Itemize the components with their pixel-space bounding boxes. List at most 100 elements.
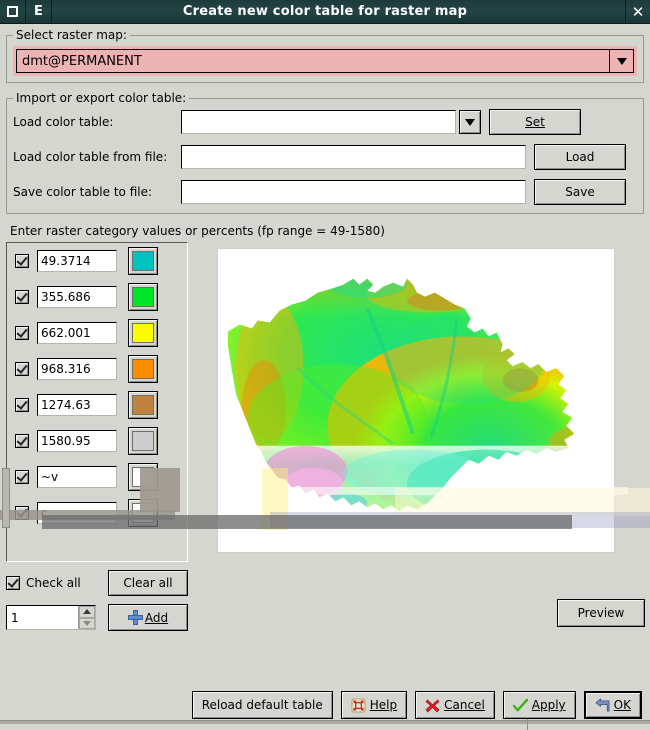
category-value-input[interactable]: ~v [37, 466, 117, 488]
load-color-table-from-file-input[interactable] [181, 145, 526, 169]
title-bar: E Create new color table for raster map … [0, 0, 650, 24]
category-color-button[interactable] [128, 247, 158, 275]
button-label: Help [369, 698, 398, 712]
help-icon [351, 697, 366, 713]
close-icon[interactable]: ✕ [625, 0, 650, 23]
load-color-table-from-file-row: Load color table from file: Load [13, 144, 637, 170]
select-raster-map-legend: Select raster map: [16, 28, 127, 42]
category-color-button[interactable] [128, 319, 158, 347]
count-stepper-value[interactable]: 1 [7, 606, 78, 629]
category-value-input[interactable]: 968.316 [37, 358, 117, 380]
footer-divider [0, 720, 650, 724]
raster-map-value[interactable]: dmt@PERMANENT [16, 49, 609, 73]
category-color-button[interactable] [128, 463, 158, 491]
category-checkbox[interactable] [15, 326, 29, 340]
category-row: ~v [7, 459, 187, 495]
category-color-swatch [132, 467, 154, 487]
preview-button-label: Preview [577, 606, 625, 620]
import-export-group: Import or export color table: Load color… [6, 91, 644, 214]
map-preview-frame [217, 248, 615, 553]
load-color-table-from-file-label: Load color table from file: [13, 150, 168, 164]
app-icon-label: E [34, 4, 43, 19]
chevron-down-glyph [616, 57, 627, 65]
apply-button[interactable]: Apply [502, 691, 576, 719]
stepper-down-icon[interactable] [79, 617, 95, 629]
chevron-down-icon[interactable] [609, 49, 634, 73]
load-color-table-input[interactable] [181, 110, 456, 134]
category-checkbox[interactable] [15, 398, 29, 412]
category-color-button[interactable] [128, 427, 158, 455]
category-checkbox[interactable] [15, 254, 29, 268]
middle-area: 49.3714 355.686 662.001 968.316 1274.63 1580.… [6, 242, 644, 562]
add-button-label: Add [144, 610, 169, 625]
reload-default-table-button[interactable]: Reload default table [191, 691, 333, 719]
check-all-label: Check all [26, 576, 81, 590]
save-color-table-to-file-input[interactable] [181, 180, 526, 204]
count-stepper[interactable]: 1 [6, 605, 96, 630]
window-title: Create new color table for raster map [182, 4, 468, 19]
cancel-icon [425, 698, 440, 713]
button-label: OK [613, 698, 631, 712]
category-color-button[interactable] [128, 391, 158, 419]
category-color-button[interactable] [128, 355, 158, 383]
set-button[interactable]: Set [489, 109, 581, 135]
button-label: Reload default table [201, 698, 323, 712]
category-caption: Enter raster category values or percents… [10, 224, 385, 238]
category-checkbox[interactable] [15, 290, 29, 304]
raster-map-combobox[interactable]: dmt@PERMANENT [13, 46, 637, 76]
save-button[interactable]: Save [534, 179, 626, 205]
elevation-map-image [218, 249, 614, 552]
category-color-button[interactable] [128, 499, 158, 527]
add-row: 1 Add [6, 604, 188, 631]
category-list[interactable]: 49.3714 355.686 662.001 968.316 1274.63 1580.… [6, 242, 188, 562]
window-menu-icon[interactable] [0, 0, 26, 23]
footer-buttons: Reload default table Help Cancel Apply OK [0, 691, 650, 719]
category-color-swatch [132, 431, 154, 451]
set-button-label: Set [525, 115, 545, 129]
triangle-up-glyph [83, 609, 91, 615]
category-row: 968.316 [7, 351, 187, 387]
save-color-table-to-file-label: Save color table to file: [13, 185, 153, 199]
category-value-input[interactable]: 1274.63 [37, 394, 117, 416]
add-button[interactable]: Add [108, 604, 188, 631]
button-label: Apply [531, 698, 566, 712]
triangle-down-glyph [83, 620, 91, 626]
import-export-legend: Import or export color table: [16, 91, 187, 105]
category-row: 355.686 [7, 279, 187, 315]
ok-button[interactable]: OK [583, 691, 642, 719]
load-color-table-chevron-down-icon[interactable] [459, 110, 481, 134]
category-value-input[interactable]: 49.3714 [37, 250, 117, 272]
category-value-input[interactable]: 1580.95 [37, 430, 117, 452]
clear-all-button[interactable]: Clear all [108, 570, 188, 596]
app-icon[interactable]: E [26, 0, 52, 23]
category-value-input[interactable]: 355.686 [37, 286, 117, 308]
save-button-label: Save [565, 185, 595, 199]
ok-icon [595, 698, 610, 713]
category-row: c . [7, 495, 187, 531]
load-button[interactable]: Load [534, 144, 626, 170]
category-value-input[interactable]: 662.001 [37, 322, 117, 344]
category-value-input[interactable]: c . [37, 502, 117, 524]
category-checkbox[interactable] [15, 362, 29, 376]
load-color-table-row: Load color table: Set [13, 109, 637, 135]
preview-button[interactable]: Preview [557, 599, 645, 627]
stepper-up-icon[interactable] [79, 606, 95, 618]
cancel-button[interactable]: Cancel [415, 691, 495, 719]
check-all-row: Check all Clear all [6, 570, 188, 596]
category-checkbox[interactable] [15, 506, 29, 520]
category-row: 1580.95 [7, 423, 187, 459]
category-color-swatch [132, 287, 154, 307]
footer-divider-tick [527, 719, 528, 730]
category-checkbox[interactable] [15, 434, 29, 448]
window-menu-square-icon [7, 6, 18, 17]
category-color-swatch [132, 323, 154, 343]
select-raster-map-group: Select raster map: dmt@PERMANENT [6, 28, 644, 83]
category-color-swatch [132, 251, 154, 271]
check-all-checkbox[interactable] [6, 576, 20, 590]
help-button[interactable]: Help [340, 691, 408, 719]
count-stepper-buttons[interactable] [78, 606, 95, 629]
category-checkbox[interactable] [15, 470, 29, 484]
plus-icon [127, 610, 143, 625]
category-row: 49.3714 [7, 243, 187, 279]
category-color-button[interactable] [128, 283, 158, 311]
